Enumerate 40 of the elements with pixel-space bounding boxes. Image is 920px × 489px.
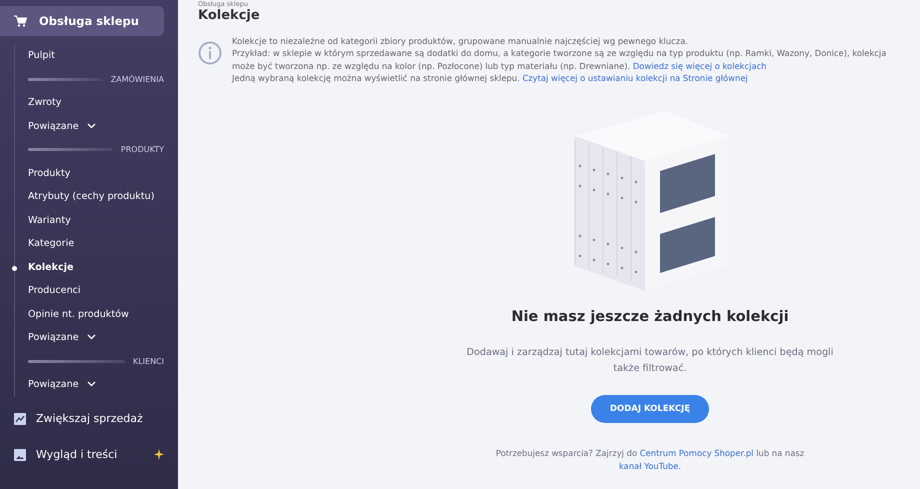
sidebar-item[interactable]: Warianty [28,208,164,232]
info-paragraph: Kolekcje to niezależne od kategorii zbiory produktów, grupowane manualnie najczęściej wg pewnego klucza. [232,35,689,48]
empty-state-heading: Nie masz jeszcze żadnych kolekcji [511,309,789,326]
cart-icon [14,15,27,27]
empty-state-description: Dodawaj i zarządzaj tutaj kolekcjami towarów, po których klienci będą mogli także filtrować. [466,346,834,376]
info-paragraph: Jedną wybraną kolekcję można wyświetlić na stronie głównej sklepu. Czytaj więcej o ustawianiu kolekcji na Stronie głównej [232,72,749,84]
sidebar-group-label: Zwiększaj sprzedaż [36,412,144,425]
active-dot [12,266,17,270]
sidebar-item[interactable]: Opinie nt. produktów [28,302,164,326]
sidebar-item[interactable]: Kategorie [28,232,164,256]
sidebar-group[interactable]: Wygląd i treści [0,436,164,472]
sidebar-group-header[interactable]: Obsługa sklepu [0,6,164,36]
chevron-down-icon [86,334,96,340]
page-title: Kolekcje [198,8,261,23]
add-collection-button[interactable]: DODAJ KOLEKCJĘ [591,395,709,424]
help-text: Potrzebujesz wsparcia? Zajrzyj do Centrum Pomocy Shoper.pl lub na nasz kanał YouTube. [494,447,806,474]
section-label: ZAMÓWIENIA [110,74,164,84]
sidebar-item[interactable]: Produkty [28,162,164,185]
sidebar-dropdown[interactable]: Powiązane [28,326,164,350]
section-label: KLIENCI [132,356,164,366]
sidebar-item[interactable]: Producenci [28,279,164,302]
sidebar-dropdown[interactable]: Powiązane [28,373,164,396]
info-paragraph: Przykład: w sklepie w którym sprzedawane są dodatki do domu, a kategorie tworzone są ze względu na typ produktu (np. Ramki, Wazony, Donice), kolekcja może być tworzona np. ze względu na kolor (np. Pozłocone) lub typ materiału (np. Drewniane). Dowiedz się więcej o kolekcjach [232,47,888,72]
chevron-down-icon [86,381,96,388]
info-link[interactable]: Czytaj więcej o ustawianiu kolekcji na Stronie głównej [522,72,748,83]
sidebar-item[interactable]: Kolekcje [28,256,164,279]
info-icon [198,41,222,65]
info-link[interactable]: Dowiedz się więcej o kolekcjach [632,60,766,71]
sidebar-item[interactable]: Pulpit [28,44,164,68]
sidebar-item[interactable]: Zwroty [28,91,164,114]
sidebar-item[interactable]: Atrybuty (cechy produktu) [28,185,164,208]
sidebar-group-label: Wygląd i treści [36,448,118,461]
sidebar-group[interactable]: Zwiększaj sprzedaż [0,400,164,436]
help-center-link[interactable]: Centrum Pomocy Shoper.pl [640,448,754,458]
youtube-link[interactable]: kanał YouTube. [618,461,682,472]
chevron-down-icon [86,122,96,129]
section-label: PRODUKTY [120,145,164,154]
chart-icon [14,412,26,424]
image-icon [14,448,26,460]
sidebar-dropdown[interactable]: Powiązane [28,114,164,138]
